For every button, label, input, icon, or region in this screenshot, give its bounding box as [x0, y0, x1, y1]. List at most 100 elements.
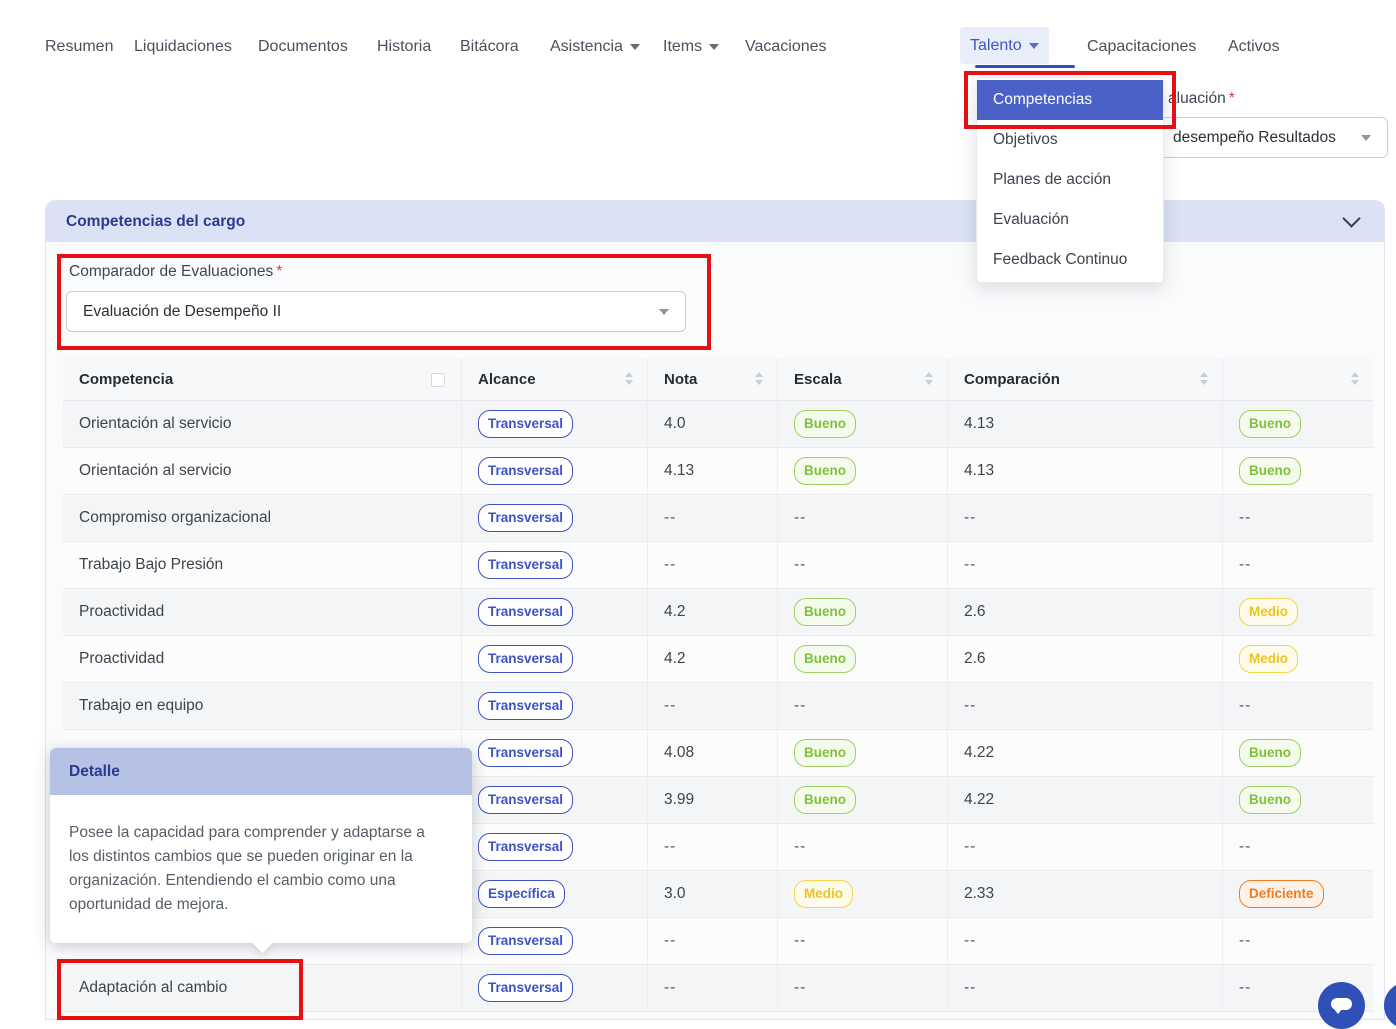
sort-arrows-icon[interactable] [755, 372, 765, 385]
table-row[interactable]: ProactividadTransversal4.2Bueno2.6Medio [63, 636, 1373, 683]
alcance-cell: Transversal [461, 730, 647, 777]
nota-cell: 3.99 [647, 777, 777, 824]
menu-item-planes-de-accion[interactable]: Planes de acción [977, 160, 1163, 200]
column-header-escala[interactable]: Escala [777, 358, 947, 401]
resultado-badge: Bueno [1239, 457, 1301, 485]
alcance-badge: Transversal [478, 410, 573, 438]
menu-item-competencias[interactable]: Competencias [977, 80, 1163, 120]
table-row[interactable]: Orientación al servicioTransversal4.13Bu… [63, 448, 1373, 495]
nav-tab-label: Liquidaciones [134, 38, 232, 55]
column-header-extra[interactable] [1222, 358, 1373, 401]
escala-badge: Bueno [794, 786, 856, 814]
sort-arrows-icon[interactable] [625, 372, 635, 385]
nav-tab-label: Items [663, 38, 702, 55]
table-row[interactable]: Trabajo Bajo PresiónTransversal-------- [63, 542, 1373, 589]
collapse-chevron-icon[interactable] [1342, 209, 1360, 227]
alcance-cell: Transversal [461, 448, 647, 495]
tooltip-title: Detalle [50, 748, 472, 795]
resultado-cell: Medio [1222, 589, 1373, 636]
alcance-badge: Transversal [478, 457, 573, 485]
nav-tab-vacaciones[interactable]: Vacaciones [745, 30, 827, 64]
resultado-cell: -- [1222, 918, 1373, 965]
nav-tab-historia[interactable]: Historia [377, 30, 431, 64]
escala-cell: Bueno [777, 730, 947, 777]
empty-value: -- [794, 556, 806, 573]
table-row[interactable]: Adaptación al cambioTransversal-------- [63, 965, 1373, 1012]
empty-value: -- [1239, 838, 1251, 855]
column-header-nota[interactable]: Nota [647, 358, 777, 401]
table-row[interactable]: Compromiso organizacionalTransversal----… [63, 495, 1373, 542]
comparador-select[interactable]: Evaluación de Desempeño II [66, 291, 686, 332]
nav-tab-bitacora[interactable]: Bitácora [460, 30, 519, 64]
nav-tab-activos[interactable]: Activos [1228, 30, 1280, 64]
column-header-label: Nota [664, 371, 697, 388]
sort-arrows-icon[interactable] [1200, 372, 1210, 385]
menu-item-feedback-continuo[interactable]: Feedback Continuo [977, 240, 1163, 280]
nota-cell: -- [647, 824, 777, 871]
empty-value: -- [964, 509, 976, 526]
nav-tab-items[interactable]: Items [663, 30, 719, 64]
alcance-badge: Transversal [478, 974, 573, 1002]
empty-value: -- [964, 979, 976, 996]
comparacion-cell: -- [947, 683, 1222, 730]
escala-cell: -- [777, 965, 947, 1012]
alcance-cell: Transversal [461, 777, 647, 824]
empty-value: -- [794, 838, 806, 855]
nav-tab-asistencia[interactable]: Asistencia [550, 30, 640, 64]
nota-cell: 4.2 [647, 636, 777, 683]
nav-tab-liquidaciones[interactable]: Liquidaciones [134, 30, 232, 64]
sort-arrows-icon[interactable] [925, 372, 935, 385]
required-asterisk: * [1229, 90, 1235, 107]
escala-badge: Bueno [794, 645, 856, 673]
empty-value: -- [1239, 556, 1251, 573]
alcance-cell: Transversal [461, 965, 647, 1012]
column-header-label: Escala [794, 371, 842, 388]
comparacion-cell: -- [947, 824, 1222, 871]
filter-checkbox-icon[interactable] [431, 373, 445, 387]
resultado-badge: Bueno [1239, 410, 1301, 438]
nav-tab-resumen[interactable]: Resumen [45, 30, 113, 64]
table-row[interactable]: Trabajo en equipoTransversal-------- [63, 683, 1373, 730]
empty-value: -- [1239, 697, 1251, 714]
chat-widget-button-2[interactable] [1384, 982, 1396, 1029]
column-header-alcance[interactable]: Alcance [461, 358, 647, 401]
nav-tab-documentos[interactable]: Documentos [258, 30, 348, 64]
escala-cell: Bueno [777, 777, 947, 824]
table-row[interactable]: ProactividadTransversal4.2Bueno2.6Medio [63, 589, 1373, 636]
sort-arrows-icon[interactable] [1351, 372, 1361, 385]
column-header-comparacion[interactable]: Comparación [947, 358, 1222, 401]
empty-value: -- [794, 509, 806, 526]
evaluation-type-label: aluación* [1168, 90, 1235, 108]
resultado-badge: Medio [1239, 645, 1298, 673]
escala-cell: Bueno [777, 448, 947, 495]
chevron-down-icon [1361, 135, 1371, 141]
comparador-value: Evaluación de Desempeño II [83, 303, 281, 320]
nav-tab-talento[interactable]: Talento [960, 27, 1049, 64]
nav-tab-label: Documentos [258, 38, 348, 55]
escala-cell: Bueno [777, 401, 947, 448]
menu-item-objetivos[interactable]: Objetivos [977, 120, 1163, 160]
competencia-cell: Trabajo Bajo Presión [63, 542, 461, 589]
chevron-down-icon [1029, 43, 1039, 49]
evaluation-type-label-text: aluación [1168, 90, 1226, 107]
escala-cell: -- [777, 918, 947, 965]
evaluation-type-select[interactable]: desempeño Resultados [1146, 117, 1388, 158]
nav-tab-capacitaciones[interactable]: Capacitaciones [1087, 30, 1196, 64]
alcance-badge: Transversal [478, 927, 573, 955]
nota-cell: -- [647, 965, 777, 1012]
empty-value: -- [964, 838, 976, 855]
menu-item-evaluacion[interactable]: Evaluación [977, 200, 1163, 240]
comparacion-cell: 2.33 [947, 871, 1222, 918]
tooltip-body: Posee la capacidad para comprender y ada… [50, 795, 472, 943]
table-row[interactable]: Orientación al servicioTransversal4.0Bue… [63, 401, 1373, 448]
comparacion-cell: 2.6 [947, 636, 1222, 683]
escala-badge: Bueno [794, 739, 856, 767]
alcance-badge: Transversal [478, 598, 573, 626]
resultado-cell: -- [1222, 824, 1373, 871]
card-header: Competencias del cargo [46, 201, 1384, 242]
nota-cell: -- [647, 495, 777, 542]
empty-value: -- [794, 979, 806, 996]
alcance-badge: Transversal [478, 692, 573, 720]
alcance-badge: Transversal [478, 645, 573, 673]
chat-widget-button[interactable] [1318, 982, 1365, 1029]
